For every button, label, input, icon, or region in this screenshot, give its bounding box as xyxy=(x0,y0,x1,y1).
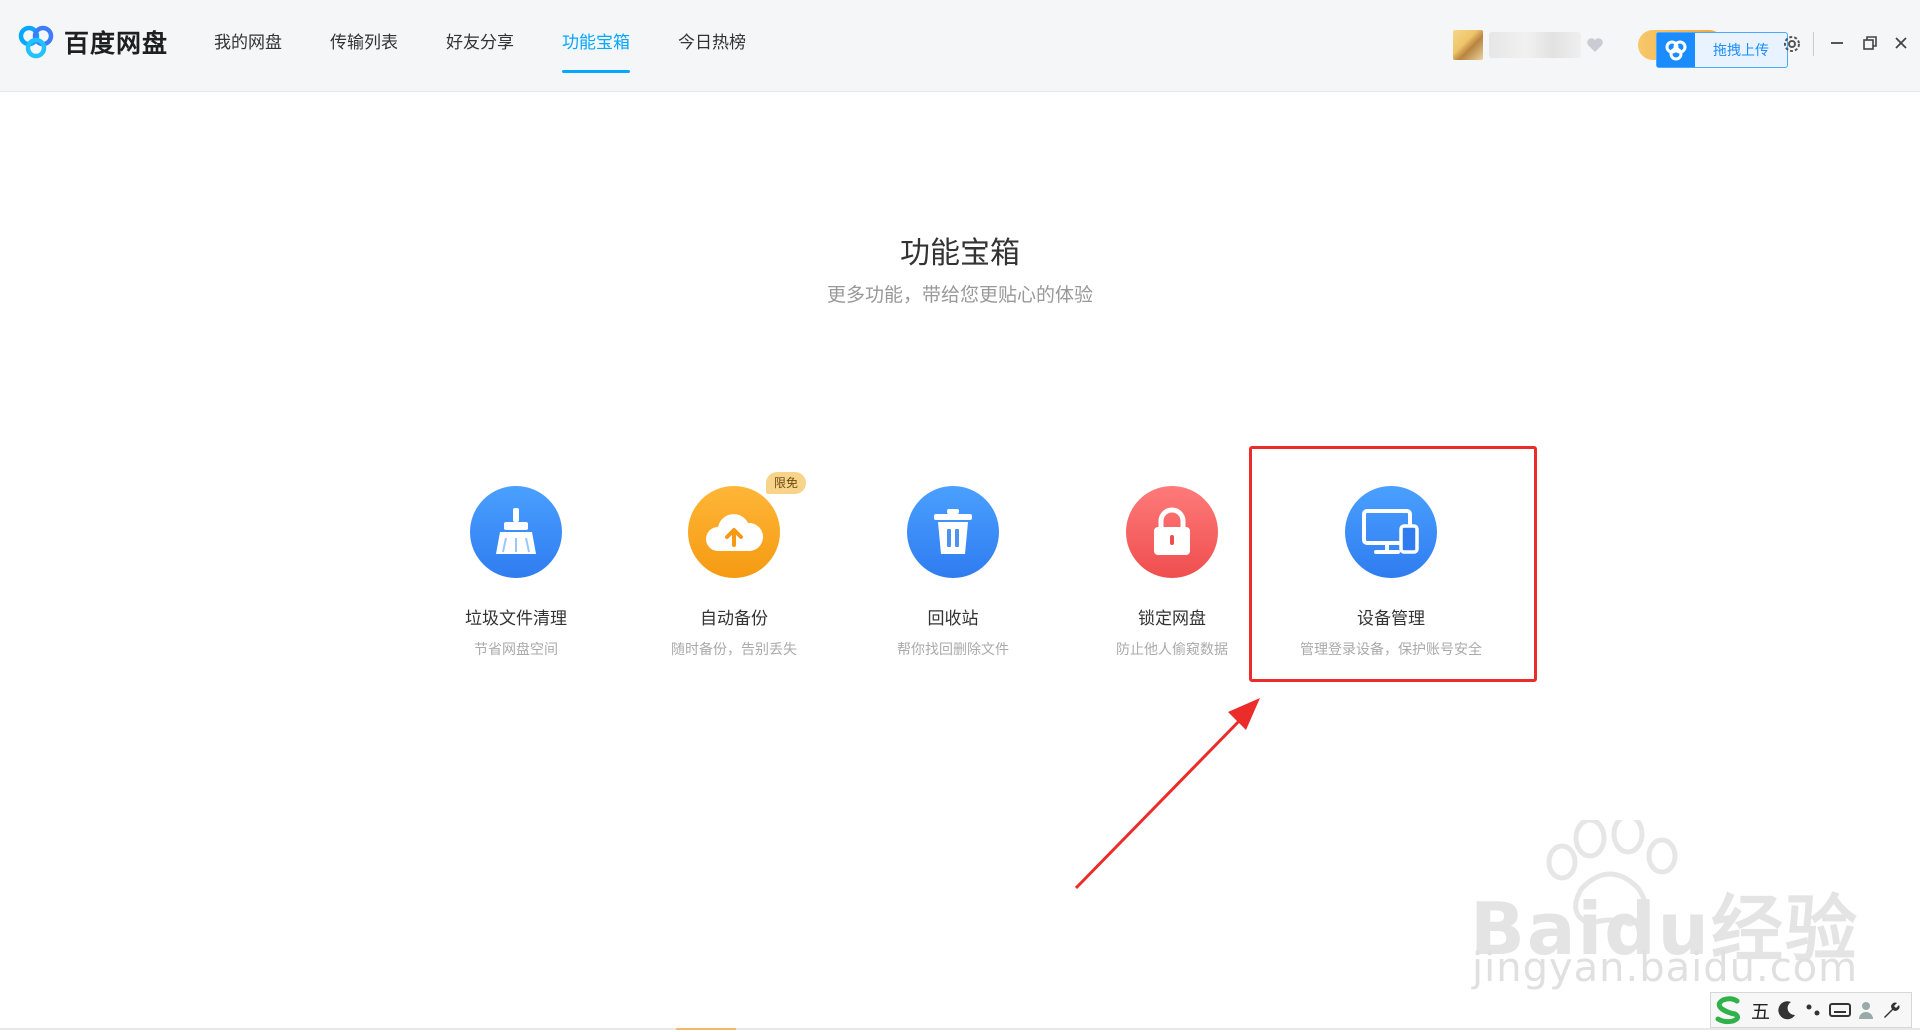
drag-upload-label: 拖拽上传 xyxy=(1713,43,1769,59)
restore-icon xyxy=(1863,36,1877,50)
ime-toolbar[interactable]: 五 xyxy=(1710,992,1912,1028)
nav-toolbox[interactable]: 功能宝箱 xyxy=(562,0,630,91)
red-highlight-box xyxy=(1249,446,1537,682)
gear-icon[interactable] xyxy=(1781,33,1803,55)
nav-transfer-list[interactable]: 传输列表 xyxy=(330,0,398,91)
heart-icon[interactable] xyxy=(1585,35,1605,55)
tool-name: 回收站 xyxy=(927,609,979,629)
wrench-icon[interactable] xyxy=(1880,999,1900,1021)
drag-upload-widget[interactable]: 拖拽上传 xyxy=(1656,32,1788,68)
header-divider xyxy=(1813,32,1814,56)
nav-today-hot[interactable]: 今日热榜 xyxy=(678,0,746,91)
page-subtitle: 更多功能，带给您更贴心的体验 xyxy=(826,284,1093,306)
tool-lock-disk[interactable]: 锁定网盘 防止他人偷窥数据 xyxy=(1067,486,1277,659)
bottom-progress-mark xyxy=(676,1028,736,1030)
tool-icon-circle xyxy=(1126,486,1218,578)
tool-name: 垃圾文件清理 xyxy=(465,609,567,629)
broom-icon xyxy=(496,508,536,554)
tool-desc: 帮你找回删除文件 xyxy=(897,642,1009,658)
watermark-url: jingyan.baidu.com xyxy=(1472,945,1859,991)
free-badge: 限免 xyxy=(766,472,807,494)
tool-icon-circle xyxy=(907,486,999,578)
cloud-upload-icon xyxy=(706,514,764,551)
tool-auto-backup[interactable]: 限免 自动备份 随时备份，告别丢失 xyxy=(629,472,839,659)
netdisk-mini-logo-icon xyxy=(1657,33,1695,67)
close-icon xyxy=(1895,37,1907,49)
user-icon[interactable] xyxy=(1856,999,1876,1021)
sogou-ime-logo-icon[interactable] xyxy=(1711,995,1745,1025)
red-arrow-annotation xyxy=(1074,698,1260,890)
minimize-button[interactable] xyxy=(1824,30,1850,56)
tool-desc: 节省网盘空间 xyxy=(474,642,558,658)
tool-desc: 随时备份，告别丢失 xyxy=(671,642,797,658)
main-nav: 我的网盘 传输列表 好友分享 功能宝箱 今日热榜 xyxy=(214,0,794,91)
user-area[interactable] xyxy=(1453,28,1611,62)
nav-friend-share[interactable]: 好友分享 xyxy=(446,0,514,91)
tool-name: 自动备份 xyxy=(700,609,768,629)
baidu-netdisk-logo-icon xyxy=(18,25,54,59)
minimize-icon xyxy=(1831,42,1843,44)
username-blurred[interactable] xyxy=(1489,32,1581,58)
nav-my-disk[interactable]: 我的网盘 xyxy=(214,0,282,91)
tool-desc: 防止他人偷窥数据 xyxy=(1116,642,1228,658)
moon-icon[interactable] xyxy=(1776,999,1798,1021)
avatar[interactable] xyxy=(1453,30,1483,60)
page-title: 功能宝箱 xyxy=(900,236,1020,271)
app-title: 百度网盘 xyxy=(64,29,169,58)
restore-button[interactable] xyxy=(1857,30,1883,56)
lock-icon xyxy=(1154,507,1190,555)
top-bar: 百度网盘 我的网盘 传输列表 好友分享 功能宝箱 今日热榜 拖拽上传 xyxy=(0,0,1920,92)
trash-icon xyxy=(934,509,972,554)
tool-icon-circle: 限免 xyxy=(688,472,807,578)
keyboard-icon[interactable] xyxy=(1828,999,1852,1021)
close-button[interactable] xyxy=(1888,30,1914,56)
tool-recycle-bin[interactable]: 回收站 帮你找回删除文件 xyxy=(848,486,1058,659)
bottom-divider xyxy=(0,1028,1920,1030)
app-logo[interactable]: 百度网盘 xyxy=(16,22,168,62)
tool-junk-cleaner[interactable]: 垃圾文件清理 节省网盘空间 xyxy=(411,486,621,659)
tool-icon-circle xyxy=(470,486,562,578)
tool-name: 锁定网盘 xyxy=(1138,609,1206,629)
punctuation-icon[interactable] xyxy=(1802,999,1824,1021)
ime-mode-label[interactable]: 五 xyxy=(1751,997,1770,1024)
